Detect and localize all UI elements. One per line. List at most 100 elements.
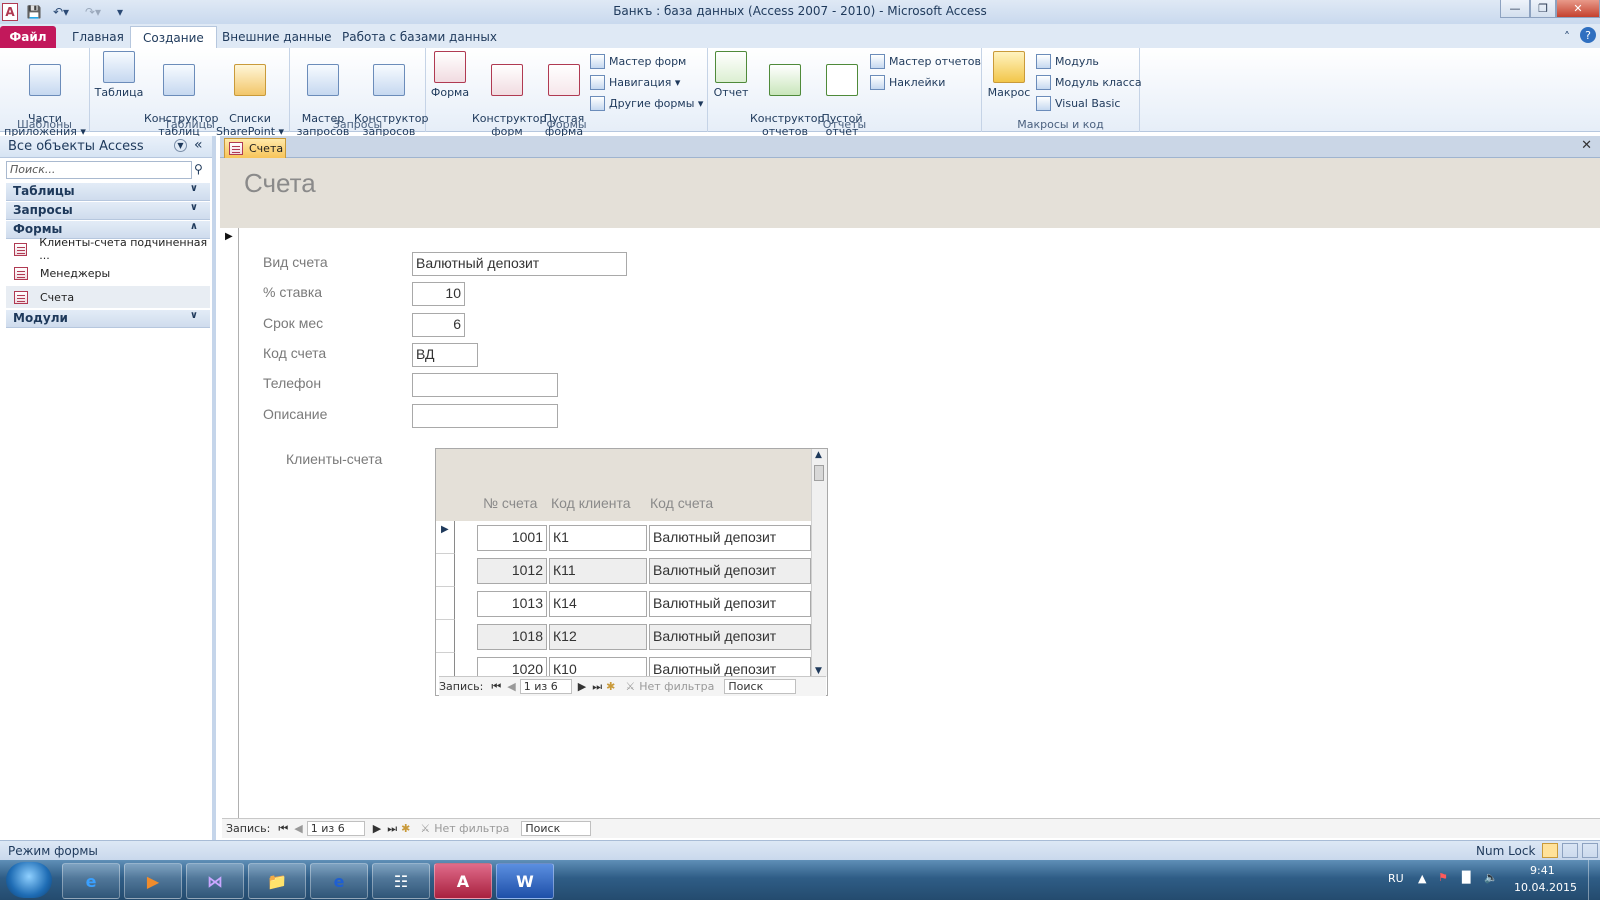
table-row[interactable]: 1018 К12 Валютный депозит [436,620,811,653]
account-number-cell[interactable]: 1012 [477,558,547,584]
access-taskbar-icon[interactable]: A [434,863,492,899]
clock-date[interactable]: 10.04.2015 [1514,881,1577,894]
rate-field[interactable]: 10 [412,282,465,306]
filter-icon[interactable]: ⚔ [625,680,635,693]
report-button[interactable]: Отчет [712,51,750,99]
labels-button[interactable]: Наклейки [870,72,945,92]
row-selector[interactable] [436,620,455,653]
last-record-icon[interactable]: ⏭ [592,680,602,694]
form-wizard-button[interactable]: Мастер форм [590,51,686,71]
prev-record-icon[interactable]: ◀ [294,822,302,835]
client-code-cell[interactable]: К1 [549,525,647,551]
internet-explorer-icon[interactable]: e [62,863,120,899]
account-number-cell[interactable]: 1020 [477,657,547,677]
minimize-ribbon-icon[interactable]: ˄ [1560,28,1574,46]
account-type-field[interactable]: Валютный депозит [412,252,627,276]
scrollbar-thumb[interactable] [814,465,824,481]
table-row[interactable]: ▶ 1001 К1 Валютный депозит [436,521,811,554]
chevron-down-icon[interactable]: ▼ [174,139,187,152]
record-position-input[interactable]: 1 из 6 [306,821,365,836]
scroll-down-icon[interactable]: ▼ [815,666,822,676]
close-document-icon[interactable]: ✕ [1581,138,1592,153]
module-button[interactable]: Модуль [1036,51,1099,71]
table-row[interactable]: 1013 К14 Валютный депозит [436,587,811,620]
table-button[interactable]: Таблица [94,51,144,99]
minimize-button[interactable]: — [1500,0,1530,18]
start-button-icon[interactable] [6,862,52,898]
navigation-pane-header[interactable]: Все объекты Access ▼ « [0,136,212,158]
scroll-up-icon[interactable]: ▲ [815,450,822,460]
account-code-field[interactable]: ВД [412,343,478,367]
description-field[interactable] [412,404,558,428]
account-code-cell[interactable]: Валютный депозит [649,558,811,584]
collapse-pane-icon[interactable]: « [194,137,203,153]
media-player-icon[interactable]: ▶ [124,863,182,899]
account-number-cell[interactable]: 1018 [477,624,547,650]
table-row[interactable]: 1020 К10 Валютный депозит [436,653,811,677]
design-view-icon[interactable] [1582,843,1598,858]
internet-explorer-icon[interactable]: e [310,863,368,899]
first-record-icon[interactable]: ⏮ [278,822,288,836]
visual-studio-icon[interactable]: ⋈ [186,863,244,899]
next-record-icon[interactable]: ▶ [578,680,586,693]
first-record-icon[interactable]: ⏮ [491,680,501,694]
nav-search-input[interactable]: Поиск... [6,161,192,179]
form-search-input[interactable]: Поиск [521,821,592,836]
action-center-icon[interactable]: ⚑ [1438,871,1448,884]
file-explorer-icon[interactable]: 📁 [248,863,306,899]
last-record-icon[interactable]: ⏭ [387,822,397,836]
filter-status[interactable]: Нет фильтра [639,680,714,693]
search-icon[interactable]: ⚲ [194,162,203,176]
show-desktop-button[interactable] [1588,860,1600,900]
nav-item-form[interactable]: Клиенты-счета подчиненная ... [6,236,210,262]
filter-icon[interactable]: ⚔ [420,822,430,835]
nav-item-form-selected[interactable]: Счета [6,286,210,308]
visual-basic-button[interactable]: Visual Basic [1036,93,1120,113]
client-code-cell[interactable]: К11 [549,558,647,584]
account-number-cell[interactable]: 1013 [477,591,547,617]
tab-database-tools[interactable]: Работа с базами данных [330,26,509,48]
layout-view-icon[interactable] [1562,843,1578,858]
volume-icon[interactable]: 🔈 [1484,871,1498,884]
row-selector[interactable] [436,587,455,620]
document-icon[interactable]: ☷ [372,863,430,899]
tab-create[interactable]: Создание [130,26,217,48]
show-hidden-icons-icon[interactable]: ▲ [1418,872,1426,885]
word-taskbar-icon[interactable]: W [496,863,554,899]
row-selector[interactable] [436,653,455,677]
subform-search-input[interactable]: Поиск [724,679,797,694]
tab-file[interactable]: Файл [0,26,56,48]
restore-button[interactable]: ❐ [1530,0,1556,18]
nav-item-form[interactable]: Менеджеры [6,262,210,284]
clock-time[interactable]: 9:41 [1530,864,1555,877]
tab-external-data[interactable]: Внешние данные [210,26,343,48]
term-months-field[interactable]: 6 [412,313,465,337]
record-selector[interactable]: ▶ [220,228,239,820]
client-code-cell[interactable]: К10 [549,657,647,677]
table-row[interactable]: 1012 К11 Валютный депозит [436,554,811,587]
account-code-cell[interactable]: Валютный депозит [649,525,811,551]
prev-record-icon[interactable]: ◀ [507,680,515,693]
close-window-button[interactable]: ✕ [1556,0,1600,18]
phone-field[interactable] [412,373,558,397]
subform-scrollbar[interactable]: ▲ ▼ [811,449,827,677]
nav-section-tables[interactable]: Таблицы ∨ [6,183,210,201]
help-icon[interactable]: ? [1580,27,1596,43]
report-wizard-button[interactable]: Мастер отчетов [870,51,981,71]
tab-home[interactable]: Главная [60,26,136,48]
other-forms-button[interactable]: Другие формы ▾ [590,93,703,113]
account-code-cell[interactable]: Валютный депозит [649,657,811,677]
language-indicator[interactable]: RU [1388,872,1404,885]
account-code-cell[interactable]: Валютный депозит [649,624,811,650]
row-selector[interactable]: ▶ [436,521,455,554]
nav-section-queries[interactable]: Запросы ∨ [6,202,210,220]
client-code-cell[interactable]: К12 [549,624,647,650]
document-tab[interactable]: Счета [224,138,286,158]
filter-status[interactable]: Нет фильтра [434,822,509,835]
form-button[interactable]: Форма [428,51,472,99]
client-code-cell[interactable]: К14 [549,591,647,617]
navigation-button[interactable]: Навигация ▾ [590,72,680,92]
form-view-icon[interactable] [1542,843,1558,858]
account-code-cell[interactable]: Валютный депозит [649,591,811,617]
nav-section-modules[interactable]: Модули ∨ [6,310,210,328]
